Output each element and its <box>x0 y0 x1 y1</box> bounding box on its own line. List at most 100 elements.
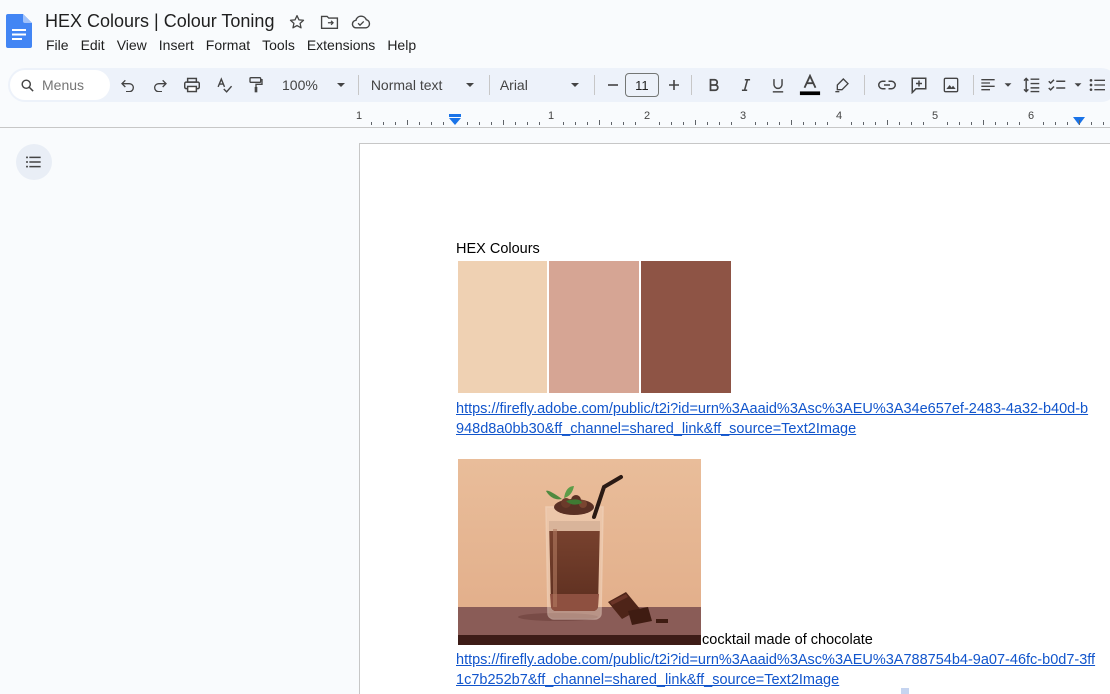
font-dropdown[interactable]: Arial <box>500 70 582 100</box>
redo-icon[interactable] <box>144 70 176 100</box>
add-comment-icon[interactable] <box>903 70 935 100</box>
highlight-icon[interactable] <box>826 70 858 100</box>
ruler-tick <box>707 122 708 125</box>
ruler-tick <box>755 122 756 125</box>
document-page[interactable]: HEX Colours https://firefly.adobe.com/pu… <box>359 143 1110 694</box>
ruler-tick <box>719 122 720 125</box>
increase-font-size-icon[interactable] <box>659 70 689 100</box>
italic-icon[interactable] <box>730 70 762 100</box>
ruler-tick <box>467 122 468 125</box>
decrease-font-size-icon[interactable] <box>601 70 625 100</box>
line-spacing-icon[interactable] <box>1016 70 1048 100</box>
ruler-tick <box>1103 122 1104 125</box>
ruler-tick <box>1007 122 1008 125</box>
ruler-tick <box>563 122 564 125</box>
document-outline-button[interactable] <box>16 144 52 180</box>
ruler-tick <box>395 122 396 125</box>
toolbar: 100% Normal text Arial <box>8 68 1110 102</box>
menu-format[interactable]: Format <box>206 36 256 54</box>
ruler-tick <box>659 122 660 125</box>
insert-link-icon[interactable] <box>871 70 903 100</box>
font-value: Arial <box>499 77 528 93</box>
menu-file[interactable]: File <box>46 36 75 54</box>
docs-logo-icon[interactable] <box>6 14 32 48</box>
ruler-tick <box>791 120 792 125</box>
bold-icon[interactable] <box>698 70 730 100</box>
left-indent-marker-icon[interactable] <box>448 114 462 126</box>
ruler-tick <box>695 120 696 125</box>
ruler-tick <box>1079 120 1080 125</box>
move-folder-icon[interactable] <box>318 12 340 32</box>
ruler-tick <box>803 122 804 125</box>
undo-icon[interactable] <box>112 70 144 100</box>
search-icon <box>21 78 34 92</box>
search-menus-box[interactable] <box>10 70 110 100</box>
document-title[interactable]: HEX Colours | Colour Toning <box>45 11 274 32</box>
checklist-dropdown[interactable] <box>1048 70 1088 100</box>
toolbar-divider <box>488 75 490 95</box>
ruler-tick <box>527 122 528 125</box>
ruler-tick <box>407 120 408 125</box>
ruler-tick <box>599 120 600 125</box>
align-dropdown[interactable] <box>980 70 1016 100</box>
menu-help[interactable]: Help <box>387 36 422 54</box>
firefly-link[interactable]: https://firefly.adobe.com/public/t2i?id=… <box>456 650 1096 690</box>
color-swatch <box>549 261 639 393</box>
menu-edit[interactable]: Edit <box>81 36 111 54</box>
ruler-tick <box>539 122 540 125</box>
ruler-tick <box>983 120 984 125</box>
style-value: Normal text <box>370 77 443 93</box>
ruler-tick <box>851 122 852 125</box>
ruler-tick <box>635 122 636 125</box>
chevron-down-icon <box>1004 83 1012 87</box>
horizontal-ruler[interactable]: 1 1 2 3 4 5 6 <box>356 108 1110 128</box>
text-color-icon[interactable] <box>794 70 826 100</box>
ruler-tick <box>959 122 960 125</box>
font-size-input[interactable] <box>624 73 659 97</box>
menu-tools[interactable]: Tools <box>262 36 301 54</box>
ruler-tick <box>995 122 996 125</box>
ruler-tick <box>419 122 420 125</box>
ruler-tick <box>1019 122 1020 125</box>
underline-icon[interactable] <box>762 70 794 100</box>
toolbar-divider <box>863 75 865 95</box>
ruler-tick <box>947 122 948 125</box>
toolbar-divider <box>972 75 974 95</box>
insert-image-icon[interactable] <box>935 70 967 100</box>
toolbar-divider <box>690 75 692 95</box>
chevron-down-icon <box>570 83 579 87</box>
menu-insert[interactable]: Insert <box>159 36 200 54</box>
chevron-down-icon <box>1074 83 1082 87</box>
ruler-tick <box>1043 122 1044 125</box>
zoom-dropdown[interactable]: 100% <box>282 70 348 100</box>
ruler-tick <box>815 122 816 125</box>
print-icon[interactable] <box>176 70 208 100</box>
ruler-tick <box>623 122 624 125</box>
toolbar-divider <box>593 75 595 95</box>
paint-format-icon[interactable] <box>240 70 272 100</box>
zoom-value: 100% <box>282 77 318 93</box>
ruler-tick <box>767 122 768 125</box>
ruler-label: 3 <box>740 110 747 122</box>
color-swatch-image[interactable] <box>458 261 731 393</box>
menu-extensions[interactable]: Extensions <box>307 36 381 54</box>
spellcheck-icon[interactable] <box>208 70 240 100</box>
align-left-icon <box>981 79 995 91</box>
ruler-tick <box>1091 122 1092 125</box>
firefly-link[interactable]: https://firefly.adobe.com/public/t2i?id=… <box>456 399 1096 439</box>
title-bar: HEX Colours | Colour Toning File Edit Vi… <box>0 0 1110 64</box>
ruler-label: 4 <box>836 110 843 122</box>
ruler-tick <box>827 122 828 125</box>
ruler-tick <box>503 120 504 125</box>
bulleted-list-icon[interactable] <box>1088 70 1106 100</box>
style-dropdown[interactable]: Normal text <box>371 70 477 100</box>
chocolate-cocktail-image[interactable] <box>458 459 701 645</box>
chevron-down-icon <box>336 83 345 87</box>
chevron-down-icon <box>465 83 474 87</box>
star-icon[interactable] <box>286 12 308 32</box>
cloud-status-icon[interactable] <box>350 12 372 32</box>
ruler-tick <box>575 122 576 125</box>
ruler-tick <box>779 122 780 125</box>
menu-view[interactable]: View <box>117 36 153 54</box>
search-menus-input[interactable] <box>42 77 102 93</box>
